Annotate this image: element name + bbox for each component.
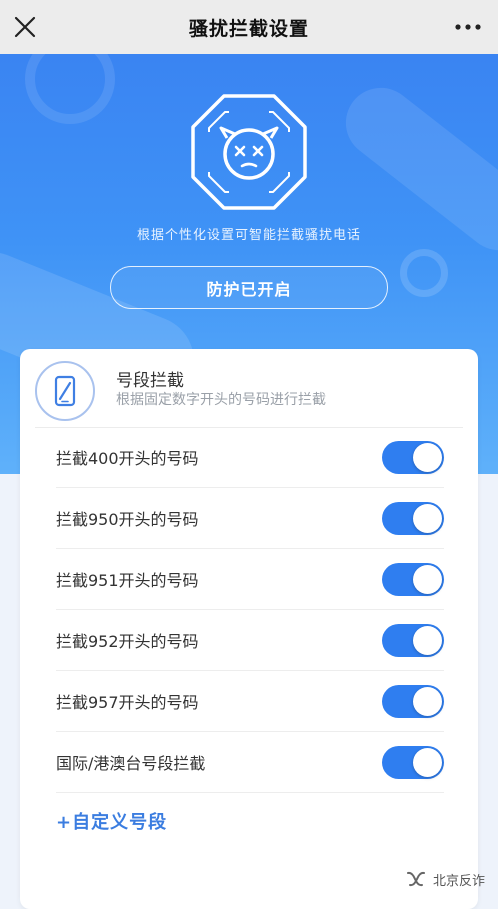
- toggle-knob: [413, 564, 442, 594]
- rule-toggle[interactable]: [382, 684, 444, 718]
- list-item: 国际/港澳台号段拦截: [56, 732, 444, 793]
- block-rule-list: 拦截400开头的号码 拦截950开头的号码 拦截951开头的号码 拦截952开头…: [56, 427, 444, 793]
- phone-block-icon: [35, 361, 95, 421]
- top-bar: 骚扰拦截设置: [0, 0, 498, 55]
- decorative-ring: [25, 54, 115, 124]
- toggle-knob: [413, 442, 442, 472]
- add-custom-range-link[interactable]: +自定义号段: [56, 808, 167, 834]
- rule-toggle[interactable]: [382, 501, 444, 535]
- rule-label: 拦截400开头的号码: [56, 449, 199, 468]
- watermark-text: 北京反诈: [433, 873, 486, 889]
- number-block-card: 号段拦截 根据固定数字开头的号码进行拦截 拦截400开头的号码 拦截950开头的…: [20, 349, 478, 909]
- toggle-knob: [413, 625, 442, 655]
- rule-label: 拦截950开头的号码: [56, 510, 199, 529]
- list-item: 拦截957开头的号码: [56, 671, 444, 732]
- rule-label: 国际/港澳台号段拦截: [56, 754, 206, 773]
- toggle-knob: [413, 503, 442, 533]
- card-subtitle: 根据固定数字开头的号码进行拦截: [116, 392, 326, 408]
- list-item: 拦截952开头的号码: [56, 610, 444, 671]
- list-item: 拦截951开头的号码: [56, 549, 444, 610]
- rule-toggle[interactable]: [382, 562, 444, 596]
- close-icon[interactable]: [12, 14, 38, 40]
- list-item: 拦截400开头的号码: [56, 427, 444, 488]
- wechat-channel-icon: [407, 871, 425, 887]
- rule-label: 拦截951开头的号码: [56, 571, 199, 590]
- rule-toggle[interactable]: [382, 623, 444, 657]
- page-title: 骚扰拦截设置: [188, 17, 309, 40]
- toggle-knob: [413, 747, 442, 777]
- more-icon[interactable]: [452, 16, 484, 38]
- list-item: 拦截950开头的号码: [56, 488, 444, 549]
- card-title: 号段拦截: [116, 371, 184, 391]
- rule-toggle[interactable]: [382, 440, 444, 474]
- rule-label: 拦截952开头的号码: [56, 632, 199, 651]
- protection-status-button[interactable]: 防护已开启: [110, 266, 388, 309]
- shield-face-icon: [191, 94, 307, 210]
- watermark: 北京反诈: [405, 868, 485, 890]
- toggle-knob: [413, 686, 442, 716]
- rule-toggle[interactable]: [382, 745, 444, 779]
- decorative-ring: [400, 249, 448, 297]
- rule-label: 拦截957开头的号码: [56, 693, 199, 712]
- hero-subtitle: 根据个性化设置可智能拦截骚扰电话: [136, 228, 361, 243]
